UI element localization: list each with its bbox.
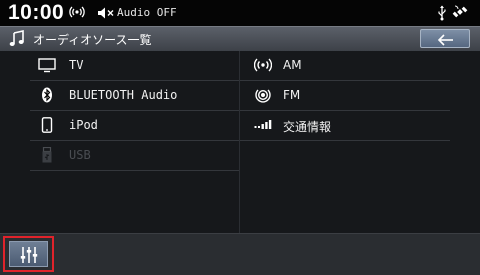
source-label: 交通情報: [283, 120, 332, 134]
mute-icon: [97, 5, 115, 24]
bluetooth-icon: [38, 87, 56, 103]
fm-radio-icon: [254, 87, 272, 103]
source-item-tv[interactable]: TV: [30, 51, 240, 81]
source-label: iPod: [69, 118, 98, 132]
ipod-icon: [38, 117, 56, 133]
signal-icon: [69, 4, 85, 24]
tv-icon: [38, 57, 56, 73]
source-label: BLUETOOTH Audio: [69, 88, 178, 102]
source-item-am[interactable]: AM: [240, 51, 450, 81]
back-button[interactable]: [420, 29, 470, 48]
traffic-info-icon: [254, 117, 272, 133]
am-radio-icon: [253, 57, 273, 73]
usb-icon: [437, 5, 447, 25]
source-column-right: AM FM 交通情報: [240, 51, 450, 141]
source-item-traffic-info[interactable]: 交通情報: [240, 111, 450, 141]
source-column-left: TV BLUETOOTH Audio iPod USB: [30, 51, 240, 171]
usb-icon: [38, 146, 56, 163]
source-label: USB: [69, 148, 91, 162]
page-title: オーディオソース一覧: [33, 33, 152, 47]
sound-settings-button-face: [9, 241, 48, 267]
source-item-ipod[interactable]: iPod: [30, 111, 240, 141]
music-note-icon: [9, 30, 25, 51]
source-label: TV: [69, 58, 84, 72]
equalizer-icon: [19, 246, 39, 268]
source-label: AM: [283, 58, 302, 72]
clock: 10:00: [8, 1, 65, 24]
source-label: FM: [283, 88, 301, 102]
status-bar: 10:00 Audio OFF: [0, 0, 480, 26]
sound-settings-button[interactable]: [3, 236, 54, 272]
title-bar: オーディオソース一覧: [0, 26, 480, 51]
audio-status-text: Audio OFF: [117, 6, 177, 19]
source-item-usb: USB: [30, 141, 240, 171]
source-item-bluetooth-audio[interactable]: BLUETOOTH Audio: [30, 81, 240, 111]
source-item-fm[interactable]: FM: [240, 81, 450, 111]
satellite-icon: [452, 4, 468, 24]
source-list: TV BLUETOOTH Audio iPod USB AM FM 交通情報: [0, 51, 480, 233]
bottom-bar: [0, 233, 480, 275]
back-arrow-icon: [437, 32, 455, 51]
